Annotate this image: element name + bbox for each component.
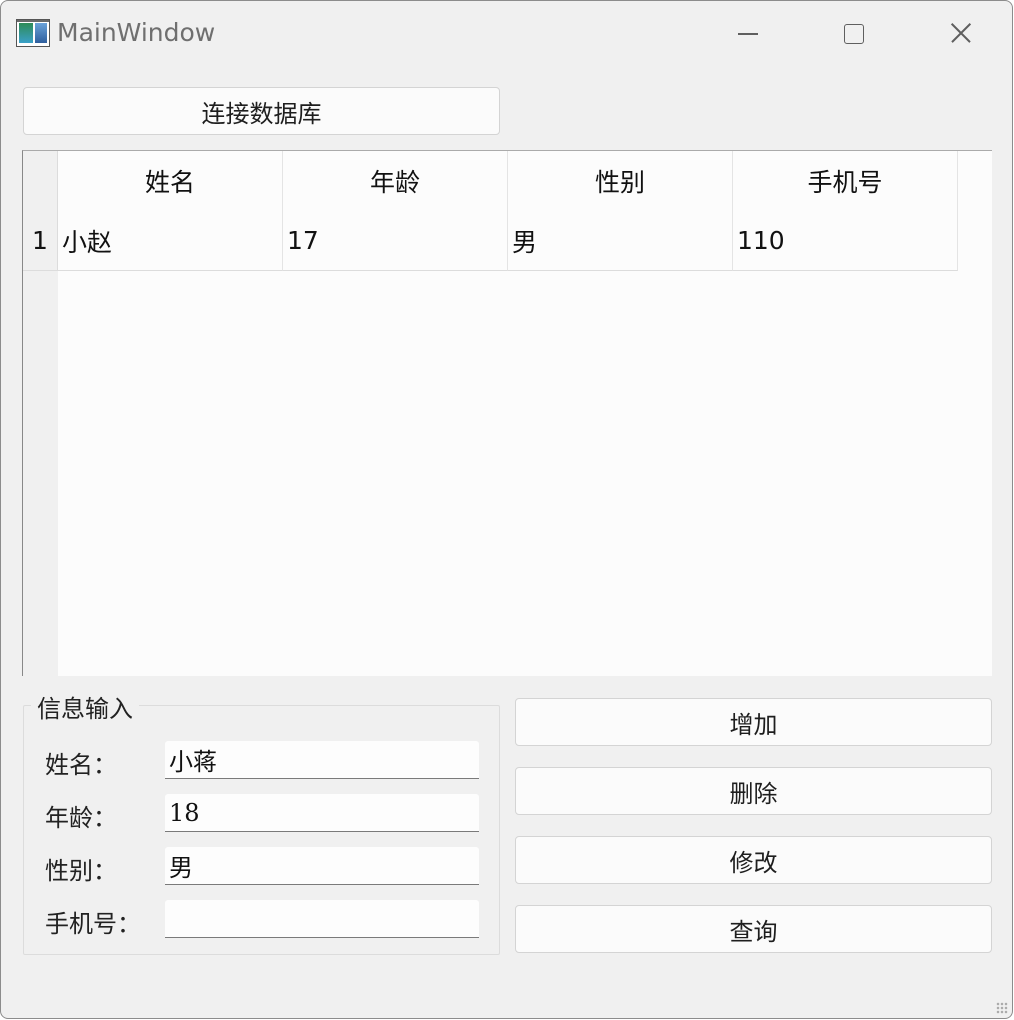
table-cell-gender[interactable]: 男 <box>508 211 733 271</box>
connect-database-button[interactable]: 连接数据库 <box>23 87 500 135</box>
name-label: 姓名： <box>45 751 117 779</box>
gender-input[interactable]: 男 <box>165 847 479 885</box>
maximize-icon[interactable] <box>835 15 875 53</box>
window-title: MainWindow <box>57 18 216 47</box>
resize-grip[interactable] <box>996 1002 1008 1014</box>
groupbox-title: 信息输入 <box>31 689 139 724</box>
column-header-phone[interactable]: 手机号 <box>733 151 958 211</box>
table-cell-phone[interactable]: 110 <box>733 211 958 271</box>
gender-label: 性别： <box>45 857 117 885</box>
minimize-icon[interactable] <box>729 15 769 53</box>
phone-label: 手机号： <box>45 910 141 938</box>
table-cell-age[interactable]: 17 <box>283 211 508 271</box>
main-window: MainWindow 连接数据库 姓名 年龄 性别 手机号 1 小赵 17 男 … <box>0 0 1013 1019</box>
column-header-age[interactable]: 年龄 <box>283 151 508 211</box>
query-button[interactable]: 查询 <box>515 905 992 953</box>
row-header[interactable]: 1 <box>23 211 58 271</box>
app-icon <box>16 19 50 47</box>
table-corner-button[interactable] <box>23 151 58 211</box>
table-cell-name[interactable]: 小赵 <box>58 211 283 271</box>
age-label: 年龄： <box>45 804 117 832</box>
delete-button[interactable]: 删除 <box>515 767 992 815</box>
column-header-name[interactable]: 姓名 <box>58 151 283 211</box>
age-input[interactable]: 18 <box>165 794 479 832</box>
name-input[interactable]: 小蒋 <box>165 741 479 779</box>
phone-input[interactable] <box>165 900 479 938</box>
modify-button[interactable]: 修改 <box>515 836 992 884</box>
close-icon[interactable] <box>941 15 981 53</box>
data-table[interactable]: 姓名 年龄 性别 手机号 1 小赵 17 男 110 <box>22 150 992 676</box>
column-header-gender[interactable]: 性别 <box>508 151 733 211</box>
add-button[interactable]: 增加 <box>515 698 992 746</box>
title-bar[interactable]: MainWindow <box>1 1 1012 67</box>
